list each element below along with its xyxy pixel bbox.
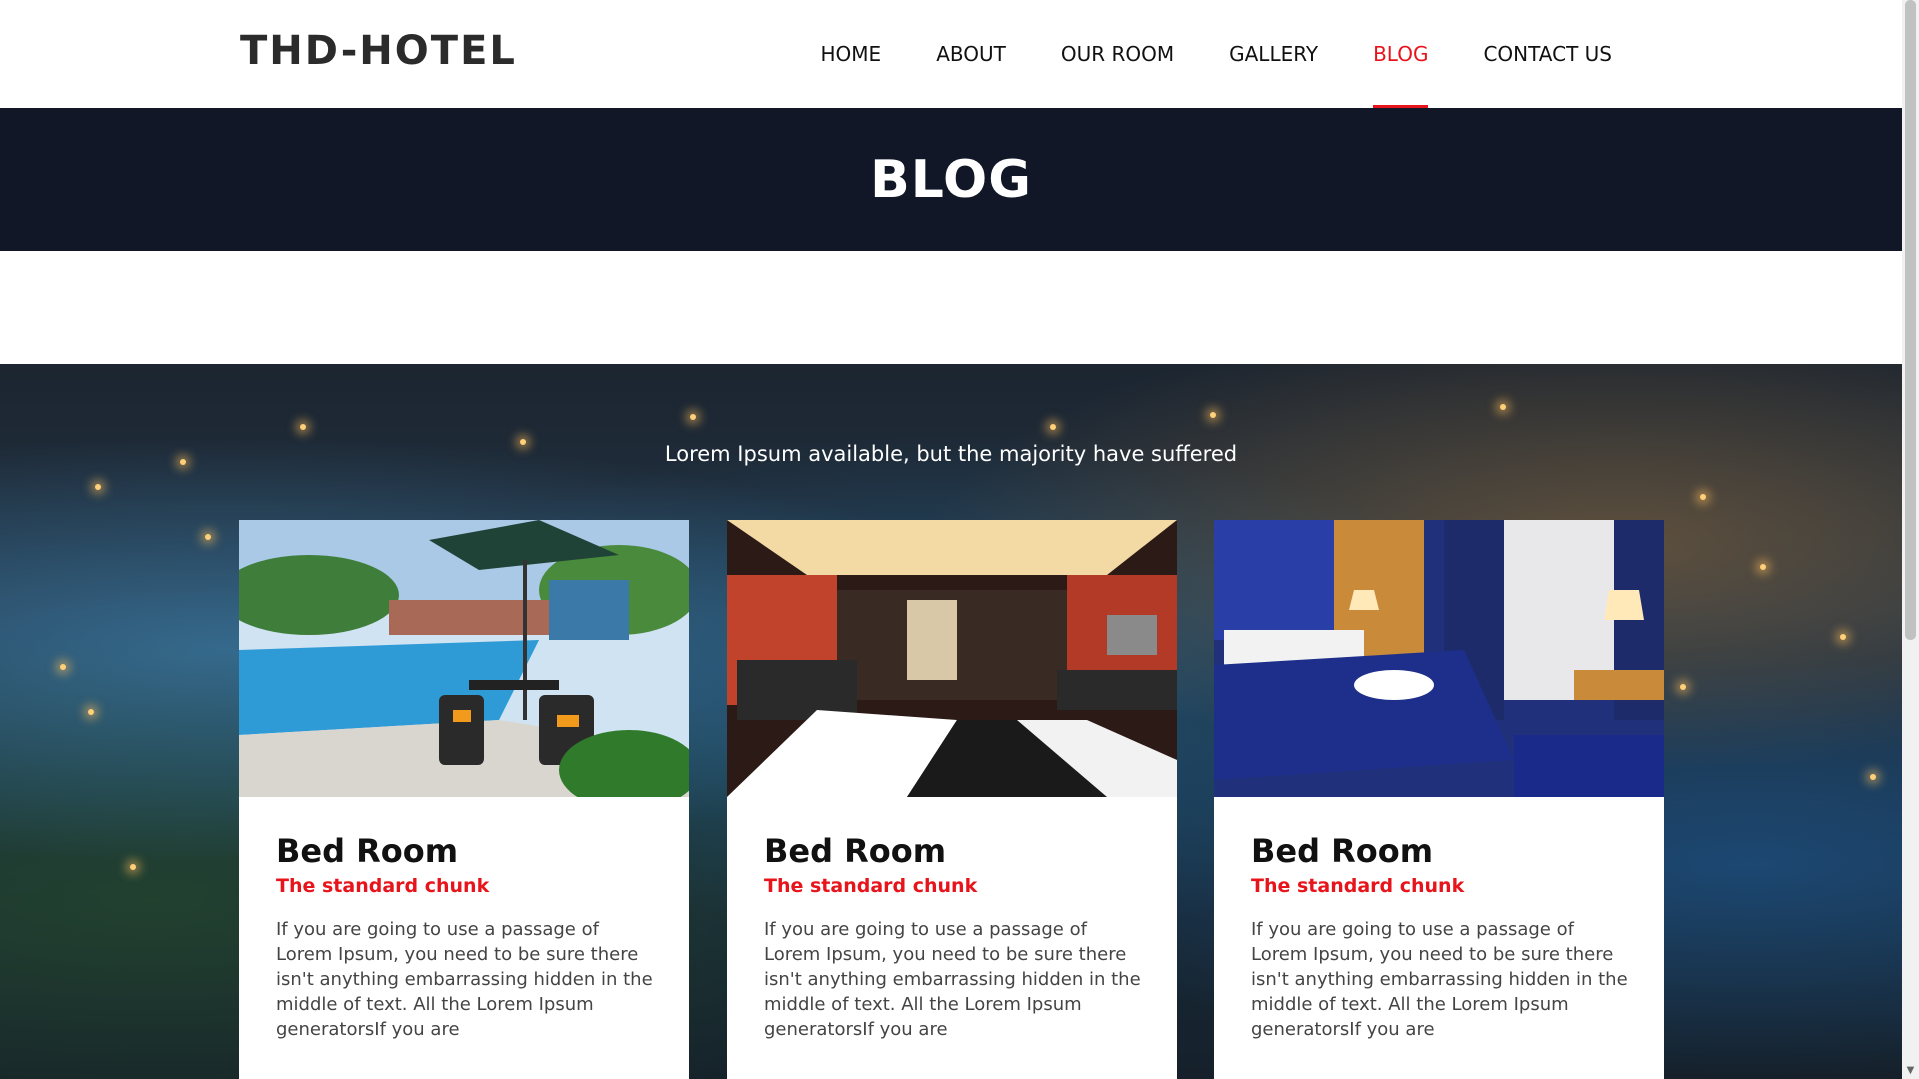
- page-scrollbar[interactable]: ▼: [1902, 0, 1919, 1079]
- card-title[interactable]: Bed Room: [764, 831, 1141, 871]
- blog-subtitle: Lorem Ipsum available, but the majority …: [664, 442, 1238, 466]
- site-header: THD-HOTEL HOME ABOUT OUR ROOM GALLERY BL…: [0, 0, 1902, 108]
- card-title[interactable]: Bed Room: [1251, 831, 1628, 871]
- page-banner: BLOG: [0, 108, 1902, 251]
- page-title: BLOG: [870, 149, 1032, 210]
- card-text: If you are going to use a passage of Lor…: [276, 919, 653, 1040]
- card-text: If you are going to use a passage of Lor…: [764, 919, 1141, 1040]
- main-nav: HOME ABOUT OUR ROOM GALLERY BLOG CONTACT…: [766, 0, 1612, 108]
- card-subtitle: The standard chunk: [764, 875, 978, 897]
- nav-contact-us[interactable]: CONTACT US: [1483, 0, 1612, 108]
- nav-our-room[interactable]: OUR ROOM: [1061, 0, 1174, 108]
- blue-bedroom-photo: [1214, 520, 1664, 797]
- nav-gallery[interactable]: GALLERY: [1229, 0, 1318, 108]
- card-subtitle: The standard chunk: [276, 875, 490, 897]
- nav-home[interactable]: HOME: [821, 0, 882, 108]
- nav-blog[interactable]: BLOG: [1373, 0, 1429, 108]
- blog-section: Lorem Ipsum available, but the majority …: [0, 364, 1902, 1079]
- blog-card[interactable]: Bed Room The standard chunk If you are g…: [239, 520, 689, 1079]
- pool-terrace-photo: [239, 520, 689, 797]
- blog-card[interactable]: Bed Room The standard chunk If you are g…: [727, 520, 1177, 1079]
- blog-card[interactable]: Bed Room The standard chunk If you are g…: [1214, 520, 1664, 1079]
- nav-about[interactable]: ABOUT: [936, 0, 1006, 108]
- scrollbar-thumb[interactable]: [1905, 0, 1916, 640]
- card-subtitle: The standard chunk: [1251, 875, 1465, 897]
- scroll-down-arrow-icon[interactable]: ▼: [1902, 1062, 1919, 1079]
- card-text: If you are going to use a passage of Lor…: [1251, 919, 1628, 1040]
- site-logo[interactable]: THD-HOTEL: [240, 28, 517, 74]
- hotel-lobby-photo: [727, 520, 1177, 797]
- card-title[interactable]: Bed Room: [276, 831, 653, 871]
